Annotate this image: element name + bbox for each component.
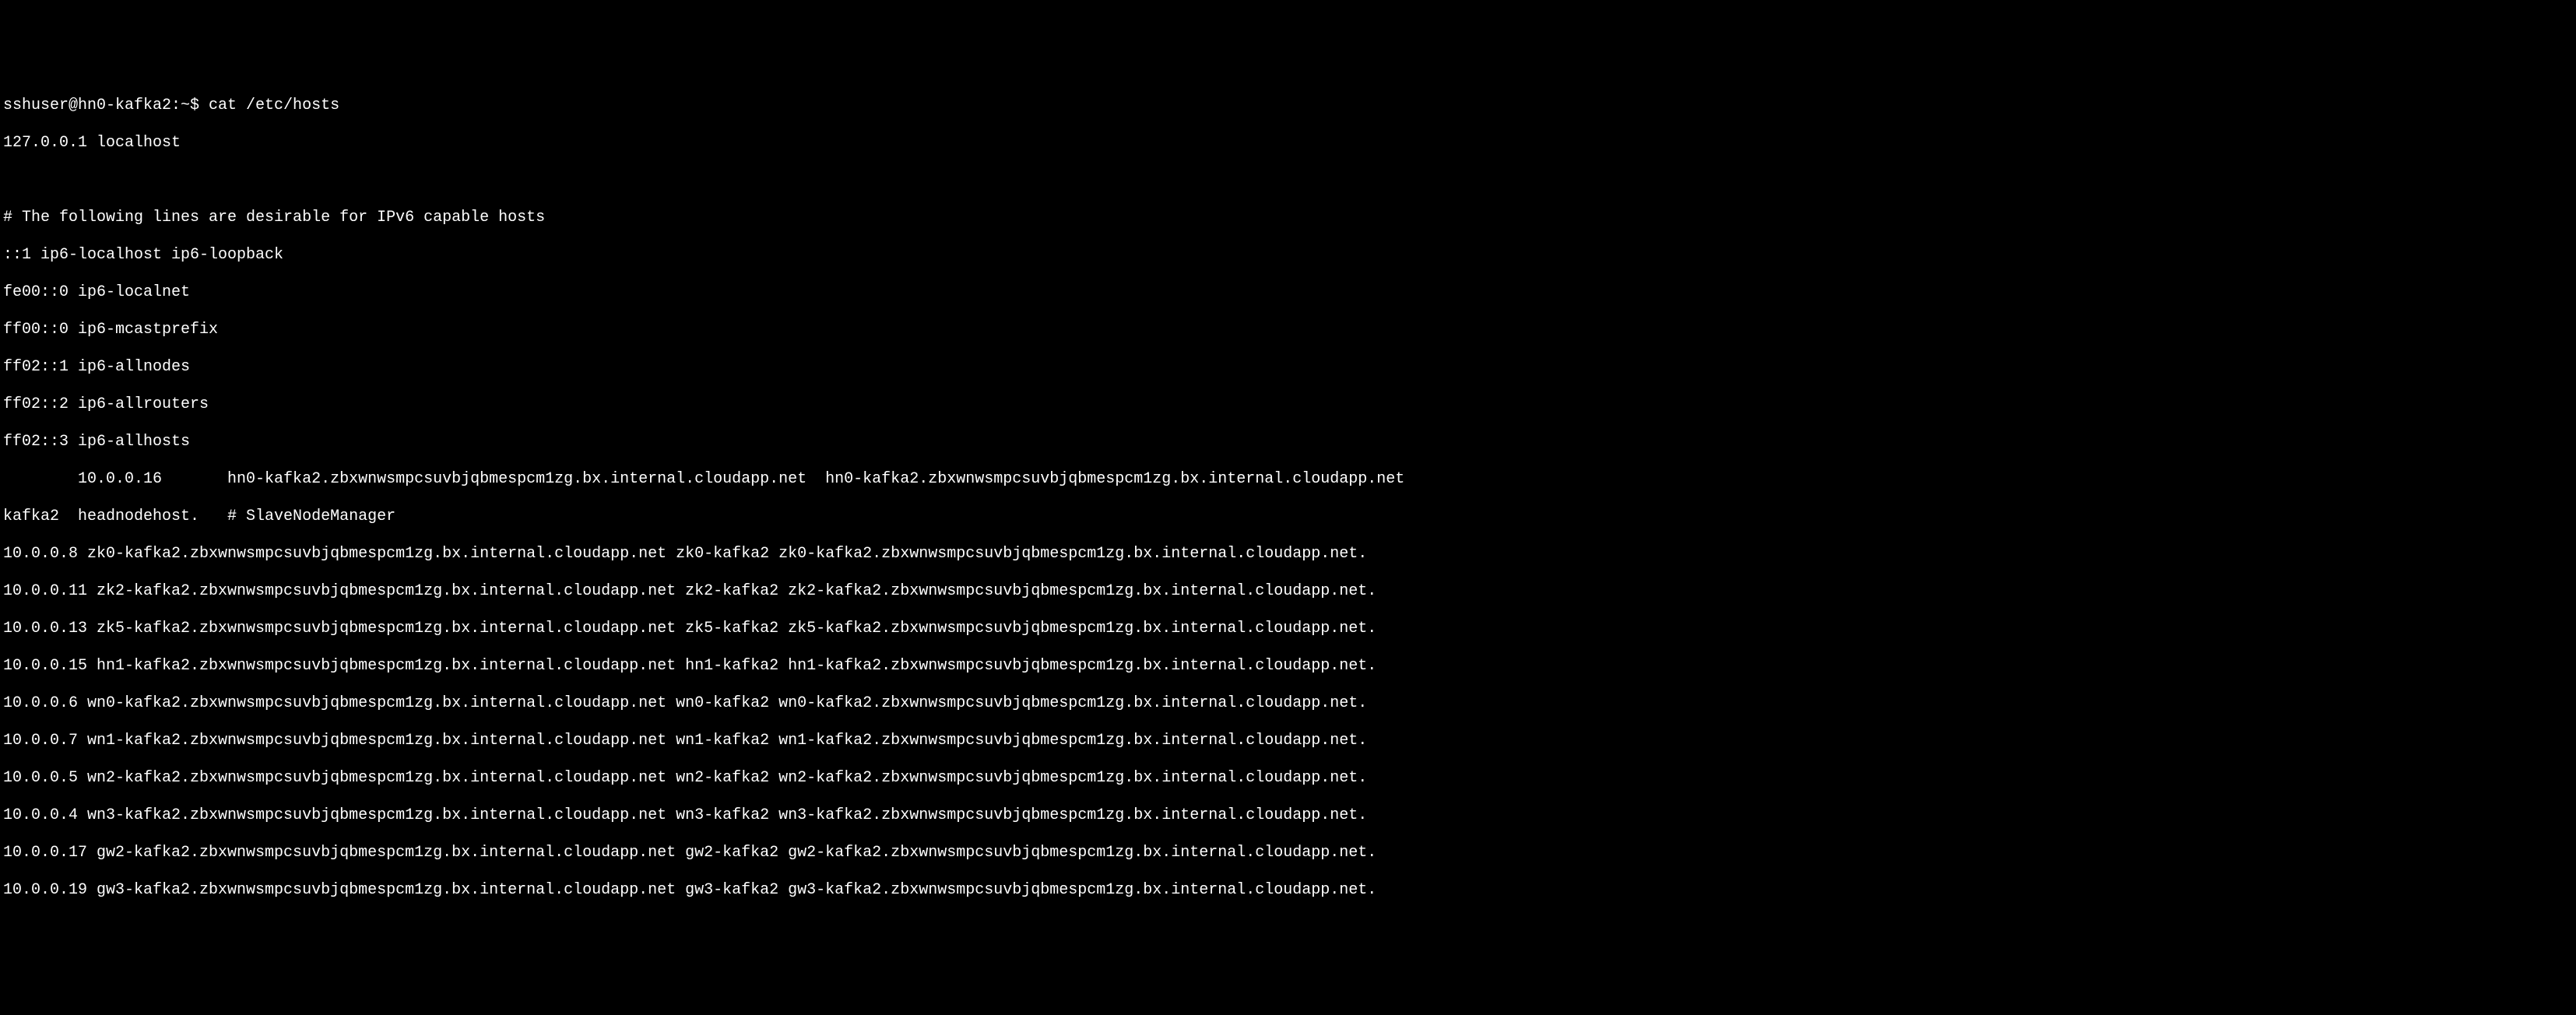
output-line: ff00::0 ip6-mcastprefix [3, 321, 2573, 339]
output-line: ff02::2 ip6-allrouters [3, 395, 2573, 414]
output-line: 10.0.0.4 wn3-kafka2.zbxwnwsmpcsuvbjqbmes… [3, 806, 2573, 825]
output-line: 10.0.0.6 wn0-kafka2.zbxwnwsmpcsuvbjqbmes… [3, 694, 2573, 713]
output-line: 10.0.0.13 zk5-kafka2.zbxwnwsmpcsuvbjqbme… [3, 620, 2573, 638]
output-line: 10.0.0.16 hn0-kafka2.zbxwnwsmpcsuvbjqbme… [3, 470, 2573, 489]
output-line: 10.0.0.5 wn2-kafka2.zbxwnwsmpcsuvbjqbmes… [3, 769, 2573, 788]
output-line: 10.0.0.8 zk0-kafka2.zbxwnwsmpcsuvbjqbmes… [3, 545, 2573, 564]
output-line: # The following lines are desirable for … [3, 209, 2573, 227]
output-line [3, 171, 2573, 190]
output-line: 127.0.0.1 localhost [3, 134, 2573, 153]
output-line: ff02::3 ip6-allhosts [3, 433, 2573, 451]
output-line: 10.0.0.19 gw3-kafka2.zbxwnwsmpcsuvbjqbme… [3, 881, 2573, 900]
prompt-line: sshuser@hn0-kafka2:~$ cat /etc/hosts [3, 97, 2573, 115]
output-line: ::1 ip6-localhost ip6-loopback [3, 246, 2573, 265]
terminal-output: sshuser@hn0-kafka2:~$ cat /etc/hosts 127… [3, 78, 2573, 918]
output-line: kafka2 headnodehost. # SlaveNodeManager [3, 508, 2573, 526]
output-line: 10.0.0.17 gw2-kafka2.zbxwnwsmpcsuvbjqbme… [3, 844, 2573, 862]
output-line: 10.0.0.15 hn1-kafka2.zbxwnwsmpcsuvbjqbme… [3, 657, 2573, 676]
output-line: 10.0.0.7 wn1-kafka2.zbxwnwsmpcsuvbjqbmes… [3, 732, 2573, 750]
output-line: ff02::1 ip6-allnodes [3, 358, 2573, 377]
output-line: fe00::0 ip6-localnet [3, 283, 2573, 302]
output-line: 10.0.0.11 zk2-kafka2.zbxwnwsmpcsuvbjqbme… [3, 582, 2573, 601]
